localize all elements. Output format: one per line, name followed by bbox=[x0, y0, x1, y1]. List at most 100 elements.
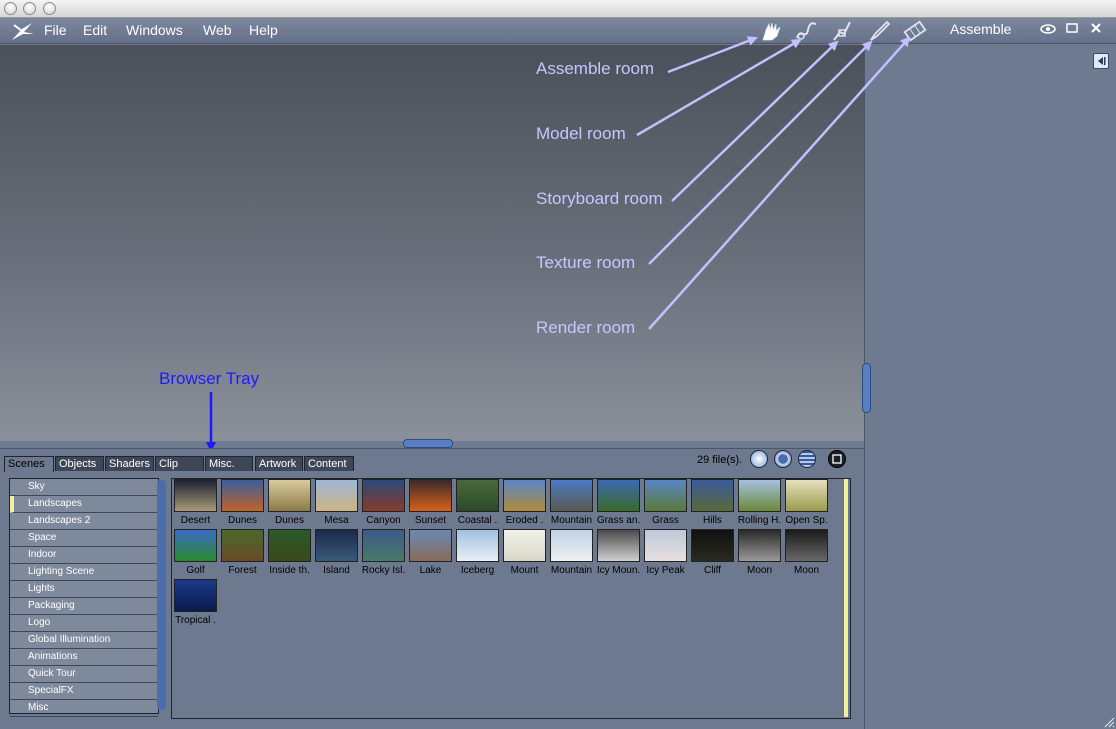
scene-thumbnail[interactable]: Canyon bbox=[360, 479, 407, 527]
model-room-annotation: Model room bbox=[536, 124, 626, 143]
menu-windows[interactable]: Windows bbox=[126, 22, 183, 38]
resize-grip-icon[interactable] bbox=[1102, 716, 1115, 728]
category-scrollbar[interactable] bbox=[157, 480, 166, 710]
close-icon[interactable] bbox=[1090, 22, 1102, 37]
assemble-room-hand-icon[interactable] bbox=[760, 20, 784, 42]
scene-thumbnail[interactable]: Hills bbox=[689, 479, 736, 527]
thumbnail-label: Golf bbox=[186, 565, 205, 576]
app-logo-icon[interactable] bbox=[10, 21, 36, 46]
scene-thumbnail[interactable]: Icy Moun. bbox=[595, 529, 642, 577]
right-panel bbox=[864, 45, 1116, 729]
browser-tray: Scenes Objects Shaders Clip Misc. Artwor… bbox=[0, 448, 864, 729]
storyboard-room-icon[interactable] bbox=[830, 20, 854, 42]
scene-thumbnail[interactable]: Grass an. bbox=[595, 479, 642, 527]
minimize-window-button[interactable] bbox=[23, 2, 36, 15]
scene-thumbnail[interactable]: Lake bbox=[407, 529, 454, 577]
category-item[interactable]: Misc bbox=[10, 700, 158, 717]
category-item[interactable]: Sky bbox=[10, 479, 158, 496]
tab-content[interactable]: Content bbox=[304, 456, 354, 471]
texture-room-brush-icon[interactable] bbox=[867, 20, 891, 42]
scene-thumbnail[interactable]: Mountain bbox=[548, 479, 595, 527]
view-circle-icon[interactable] bbox=[774, 450, 792, 468]
category-item[interactable]: Global Illumination bbox=[10, 632, 158, 649]
category-item[interactable]: Space bbox=[10, 530, 158, 547]
scene-thumbnail[interactable]: Moon bbox=[783, 529, 830, 577]
scene-thumbnail[interactable]: Mesa bbox=[313, 479, 360, 527]
thumbnail-label: Coastal . bbox=[457, 515, 498, 526]
category-item[interactable]: Lights bbox=[10, 581, 158, 598]
tab-shaders[interactable]: Shaders bbox=[105, 456, 154, 471]
category-item[interactable]: Quick Tour bbox=[10, 666, 158, 683]
current-room-name: Assemble bbox=[950, 21, 1012, 37]
scene-thumbnail[interactable]: Island bbox=[313, 529, 360, 577]
menu-file[interactable]: File bbox=[44, 22, 67, 38]
scene-thumbnail[interactable]: Eroded . bbox=[501, 479, 548, 527]
scene-thumbnail[interactable]: Dunes bbox=[266, 479, 313, 527]
thumbnail-label: Mountain bbox=[550, 515, 593, 526]
scene-thumbnail[interactable]: Mountain bbox=[548, 529, 595, 577]
category-item[interactable]: SpecialFX bbox=[10, 683, 158, 700]
scene-thumbnail[interactable]: Sunset bbox=[407, 479, 454, 527]
assemble-room-annotation: Assemble room bbox=[536, 59, 655, 78]
scene-thumbnail[interactable]: Icy Peak bbox=[642, 529, 689, 577]
zoom-window-button[interactable] bbox=[43, 2, 56, 15]
panel-toggle-button[interactable] bbox=[1093, 53, 1109, 69]
scene-thumbnail[interactable]: Grass bbox=[642, 479, 689, 527]
thumbnail-image bbox=[503, 529, 546, 562]
thumbnail-image bbox=[315, 529, 358, 562]
tab-objects[interactable]: Objects bbox=[55, 456, 104, 471]
tray-menu-icon[interactable] bbox=[828, 450, 846, 468]
maximize-icon[interactable] bbox=[1066, 22, 1078, 37]
scene-thumbnail[interactable]: Golf bbox=[172, 529, 219, 577]
thumbnail-label: Mesa bbox=[324, 515, 349, 526]
scene-thumbnail[interactable]: Rocky Isl. bbox=[360, 529, 407, 577]
scene-thumbnail[interactable]: Dunes bbox=[219, 479, 266, 527]
menu-web[interactable]: Web bbox=[203, 22, 232, 38]
menu-edit[interactable]: Edit bbox=[83, 22, 107, 38]
thumbnail-image bbox=[221, 529, 264, 562]
tab-artwork[interactable]: Artwork bbox=[255, 456, 303, 471]
tray-resize-handle[interactable] bbox=[403, 439, 453, 448]
category-item[interactable]: Packaging bbox=[10, 598, 158, 615]
scene-thumbnail[interactable]: Inside th. bbox=[266, 529, 313, 577]
scene-thumbnail[interactable]: Forest bbox=[219, 529, 266, 577]
thumbnail-label: Moon bbox=[793, 565, 819, 576]
scene-thumbnail[interactable]: Open Sp. bbox=[783, 479, 830, 527]
model-room-icon[interactable] bbox=[794, 20, 818, 42]
scene-thumbnail[interactable]: Coastal . bbox=[454, 479, 501, 527]
category-item[interactable]: Landscapes 2 bbox=[10, 513, 158, 530]
menu-help[interactable]: Help bbox=[249, 22, 278, 38]
thumbnail-label: Island bbox=[323, 565, 350, 576]
tab-clip[interactable]: Clip bbox=[155, 456, 204, 471]
category-item[interactable]: Logo bbox=[10, 615, 158, 632]
thumbnail-image bbox=[691, 479, 734, 512]
view-up-icon[interactable] bbox=[750, 450, 768, 468]
thumbnail-image bbox=[738, 479, 781, 512]
tab-misc[interactable]: Misc. bbox=[205, 456, 253, 471]
category-item[interactable]: Indoor bbox=[10, 547, 158, 564]
scene-thumbnail[interactable]: Rolling H. bbox=[736, 479, 783, 527]
right-panel-resize-handle[interactable] bbox=[862, 363, 871, 413]
thumbnail-scrollbar[interactable] bbox=[844, 479, 848, 717]
scene-thumbnail[interactable]: Desert bbox=[172, 479, 219, 527]
thumbnail-image bbox=[738, 529, 781, 562]
scene-thumbnail[interactable]: Cliff bbox=[689, 529, 736, 577]
tab-scenes[interactable]: Scenes bbox=[4, 456, 54, 472]
category-item[interactable]: Lighting Scene bbox=[10, 564, 158, 581]
storyboard-room-annotation: Storyboard room bbox=[536, 189, 663, 208]
window-title-bar bbox=[0, 0, 1116, 18]
scene-thumbnail[interactable]: Mount bbox=[501, 529, 548, 577]
thumbnail-label: Open Sp. bbox=[785, 515, 828, 526]
view-list-icon[interactable] bbox=[798, 450, 816, 468]
scene-thumbnail[interactable]: Moon bbox=[736, 529, 783, 577]
close-window-button[interactable] bbox=[4, 2, 17, 15]
scene-thumbnail[interactable]: Tropical . bbox=[172, 579, 219, 627]
category-item[interactable]: Landscapes bbox=[10, 496, 158, 513]
category-item[interactable]: Animations bbox=[10, 649, 158, 666]
thumbnail-label: Desert bbox=[180, 515, 211, 526]
eye-icon[interactable] bbox=[1040, 22, 1056, 39]
scene-thumbnail[interactable]: Iceberg bbox=[454, 529, 501, 577]
3d-workspace[interactable] bbox=[0, 45, 864, 441]
render-room-film-icon[interactable] bbox=[903, 20, 927, 42]
thumbnail-image bbox=[597, 529, 640, 562]
